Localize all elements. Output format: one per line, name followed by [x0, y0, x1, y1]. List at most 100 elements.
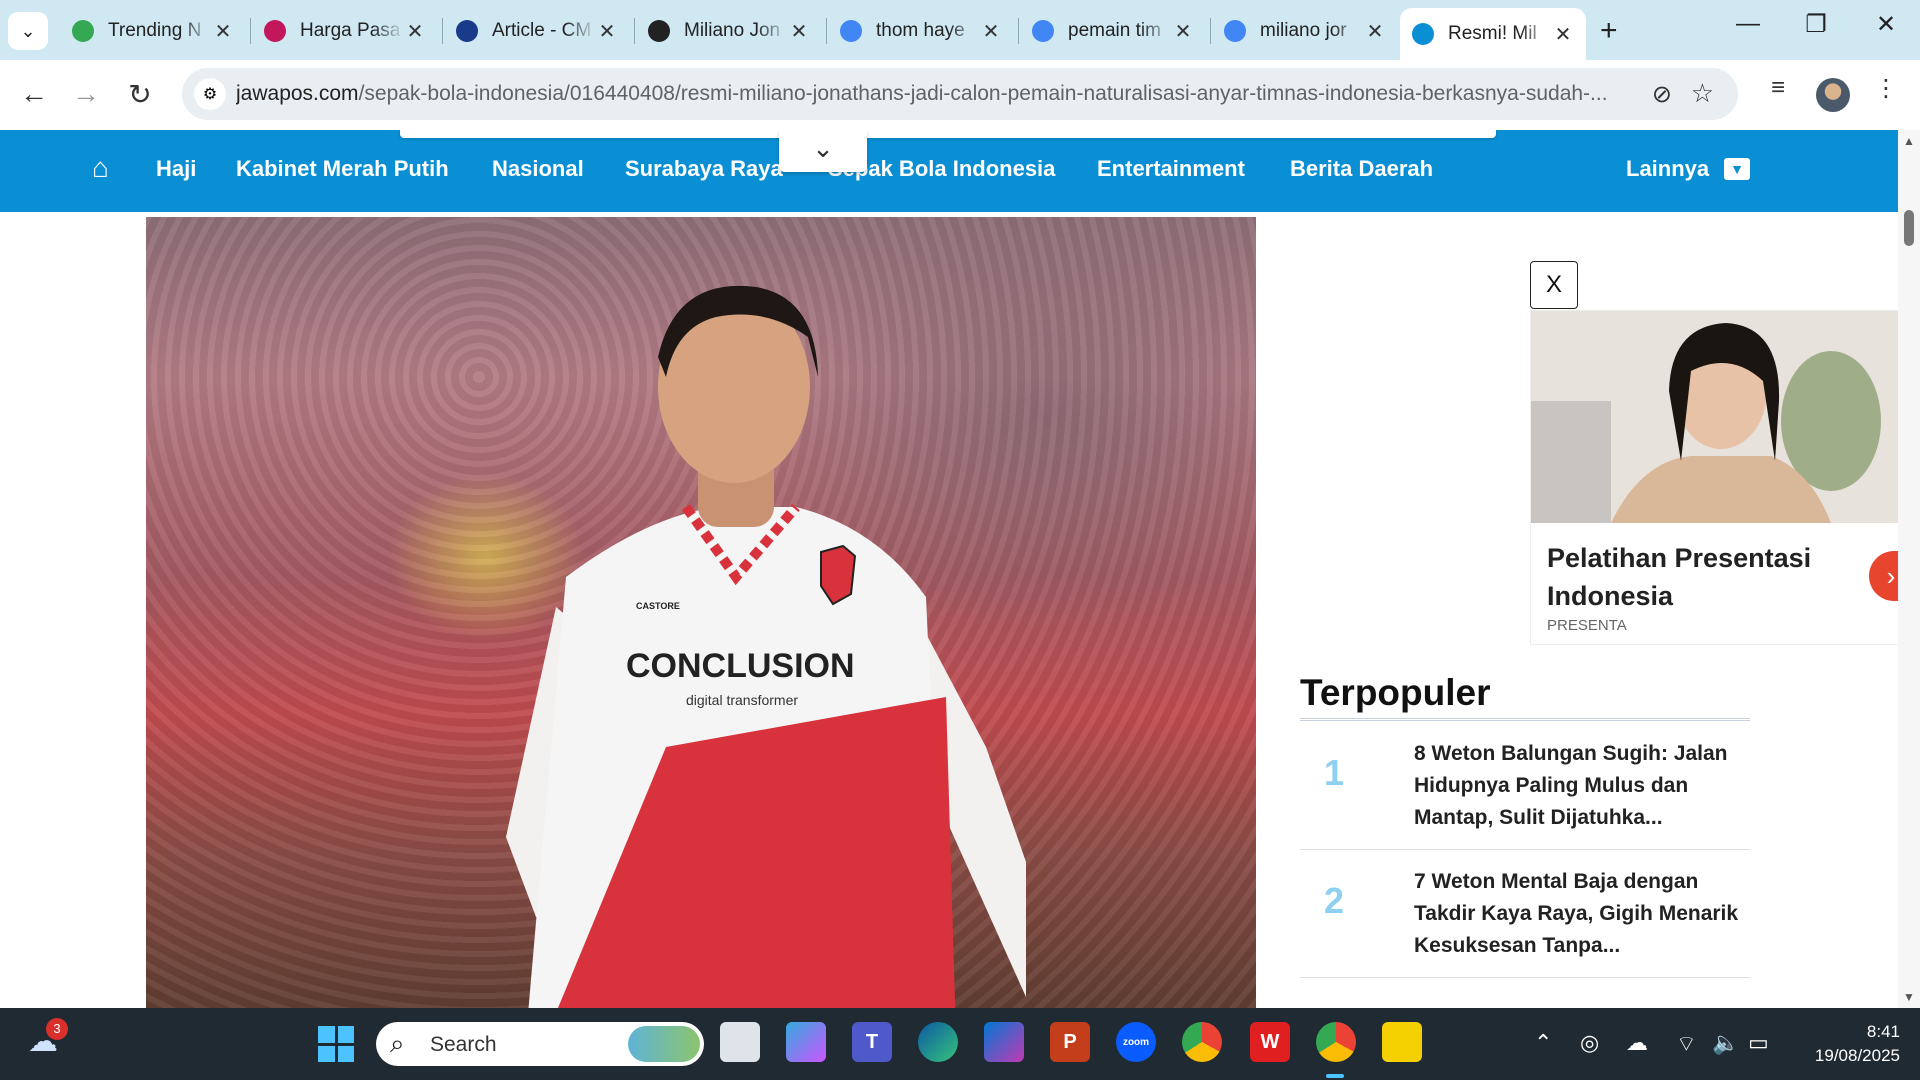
- scroll-up-arrow[interactable]: ▲: [1903, 134, 1915, 148]
- bookmark-star-icon[interactable]: ☆: [1691, 78, 1714, 109]
- wps-icon[interactable]: W: [1250, 1022, 1290, 1062]
- new-tab-button[interactable]: +: [1600, 14, 1618, 48]
- teams-icon[interactable]: T: [852, 1022, 892, 1062]
- nav-item[interactable]: Haji: [156, 156, 196, 182]
- expand-dropdown-button[interactable]: ⌄: [779, 130, 867, 172]
- url-path: /sepak-bola-indonesia/016440408/resmi-mi…: [358, 82, 1608, 105]
- browser-tab[interactable]: thom haye ✕: [828, 10, 1014, 52]
- google-icon: [1032, 20, 1054, 42]
- close-tab-icon[interactable]: ✕: [596, 19, 618, 44]
- nav-item[interactable]: Kabinet Merah Putih: [236, 156, 449, 182]
- search-label: Search: [430, 1033, 497, 1056]
- cloud-sync-icon[interactable]: ◎: [1580, 1030, 1599, 1056]
- tab-separator: [1210, 18, 1211, 44]
- minimize-button[interactable]: —: [1728, 10, 1768, 38]
- nav-item[interactable]: Entertainment: [1097, 156, 1245, 182]
- search-highlight-image: [628, 1026, 700, 1062]
- notification-badge: 3: [46, 1018, 68, 1040]
- browser-tab[interactable]: pemain tim ✕: [1020, 10, 1206, 52]
- volume-icon[interactable]: 🔈: [1712, 1030, 1739, 1056]
- back-button[interactable]: ←: [14, 74, 54, 114]
- edge-icon[interactable]: [918, 1022, 958, 1062]
- browser-tab[interactable]: Harga Pasa ✕: [252, 10, 438, 52]
- windows-taskbar: ☁ 3 ⌕ Search T P zoom W ⌃ ◎ ☁ ⌔ 🔈 ▭ 8:41…: [0, 1008, 1920, 1080]
- m365-icon[interactable]: [984, 1022, 1024, 1062]
- task-view-icon[interactable]: [720, 1022, 760, 1062]
- scroll-down-arrow[interactable]: ▼: [1903, 990, 1915, 1004]
- close-tab-icon[interactable]: ✕: [404, 19, 426, 44]
- close-window-button[interactable]: ✕: [1866, 10, 1906, 39]
- close-tab-icon[interactable]: ✕: [980, 19, 1002, 44]
- browser-toolbar: ← → ↻ ⚙ jawapos.com/sepak-bola-indonesia…: [0, 60, 1920, 130]
- chevron-up-icon[interactable]: ⌃: [1534, 1030, 1552, 1056]
- reload-button[interactable]: ↻: [120, 74, 160, 114]
- powerpoint-icon[interactable]: P: [1050, 1022, 1090, 1062]
- url-text[interactable]: jawapos.com/sepak-bola-indonesia/0164404…: [236, 82, 1616, 106]
- close-tab-icon[interactable]: ✕: [1552, 22, 1574, 47]
- tab-title: pemain tim: [1068, 20, 1161, 41]
- dropdown-strip: [400, 130, 1496, 138]
- google-icon: [1224, 20, 1246, 42]
- address-bar[interactable]: ⚙ jawapos.com/sepak-bola-indonesia/01644…: [182, 68, 1738, 120]
- trending-icon: [72, 20, 94, 42]
- close-tab-icon[interactable]: ✕: [788, 19, 810, 44]
- ad-close-button[interactable]: X: [1530, 261, 1578, 309]
- tab-strip: ⌄ Trending N ✕ Harga Pasa ✕ Article - CM ✕ Mil…: [0, 0, 1920, 60]
- browser-tab[interactable]: Resmi! Mil ✕: [1400, 8, 1586, 60]
- profile-avatar[interactable]: [1816, 78, 1850, 112]
- close-tab-icon[interactable]: ✕: [212, 19, 234, 44]
- media-control-icon[interactable]: ≡: [1758, 74, 1798, 102]
- zoom-icon[interactable]: zoom: [1116, 1022, 1156, 1062]
- clock-date: 19/08/2025: [1814, 1046, 1900, 1065]
- s-icon: [264, 20, 286, 42]
- tab-title: Trending N: [108, 20, 202, 41]
- copilot-icon[interactable]: [786, 1022, 826, 1062]
- nav-item[interactable]: Nasional: [492, 156, 584, 182]
- nav-item[interactable]: Berita Daerah: [1290, 156, 1433, 182]
- forward-button[interactable]: →: [66, 74, 106, 114]
- browser-tab[interactable]: miliano jor ✕: [1212, 10, 1398, 52]
- site-info-icon[interactable]: ⚙: [194, 78, 226, 110]
- sticky-notes-icon[interactable]: [1382, 1022, 1422, 1062]
- jp-icon: [1412, 23, 1434, 45]
- taskbar-search[interactable]: ⌕ Search: [376, 1022, 704, 1066]
- browser-tab[interactable]: Article - CM ✕: [444, 10, 630, 52]
- menu-kebab-icon[interactable]: ⋮: [1866, 74, 1906, 103]
- close-tab-icon[interactable]: ✕: [1364, 19, 1386, 44]
- system-clock[interactable]: 8:41 19/08/2025: [1780, 1020, 1900, 1068]
- google-icon: [840, 20, 862, 42]
- chatgpt-icon: [648, 20, 670, 42]
- caret-down-icon[interactable]: ▼: [1724, 158, 1750, 180]
- ro-icon: [456, 20, 478, 42]
- wifi-icon[interactable]: ⌔: [1676, 1030, 1697, 1058]
- chrome-profile-icon[interactable]: [1316, 1022, 1356, 1062]
- page-viewport: ⌂ Haji Kabinet Merah Putih Nasional Surabay…: [0, 130, 1898, 1008]
- tab-title: miliano jor: [1260, 20, 1347, 41]
- tab-search-button[interactable]: ⌄: [8, 12, 48, 50]
- tab-separator: [250, 18, 251, 44]
- chevron-down-icon: ⌄: [20, 20, 36, 41]
- home-icon[interactable]: ⌂: [92, 152, 109, 184]
- weather-widget[interactable]: ☁ 3: [28, 1018, 68, 1064]
- battery-icon[interactable]: ▭: [1748, 1030, 1769, 1056]
- browser-tab[interactable]: Miliano Jon ✕: [636, 10, 822, 52]
- start-button[interactable]: [318, 1026, 354, 1062]
- shirt-sub-text: digital transformer: [686, 692, 798, 708]
- tab-title: thom haye: [876, 20, 965, 41]
- shirt-sponsor-text: CONCLUSION: [626, 647, 855, 685]
- site-navigation: ⌂ Haji Kabinet Merah Putih Nasional Surabay…: [0, 130, 1898, 212]
- restore-button[interactable]: ❐: [1796, 10, 1836, 39]
- nav-more[interactable]: Lainnya: [1626, 156, 1709, 182]
- chrome-icon[interactable]: [1182, 1022, 1222, 1062]
- nav-item[interactable]: Surabaya Raya: [625, 156, 783, 182]
- reload-icon: ↻: [128, 78, 152, 110]
- onedrive-icon[interactable]: ☁: [1626, 1030, 1648, 1056]
- browser-tab[interactable]: Trending N ✕: [60, 10, 246, 52]
- vertical-scrollbar[interactable]: ▲ ▼: [1898, 130, 1920, 1008]
- chevron-down-icon: ⌄: [812, 133, 834, 163]
- search-icon: ⌕: [390, 1028, 405, 1058]
- close-tab-icon[interactable]: ✕: [1172, 19, 1194, 44]
- scroll-thumb[interactable]: [1904, 210, 1914, 246]
- article-hero-image: CONCLUSION digital transformer CASTORE: [146, 217, 1256, 1008]
- eye-slash-icon[interactable]: ⊘: [1652, 80, 1672, 109]
